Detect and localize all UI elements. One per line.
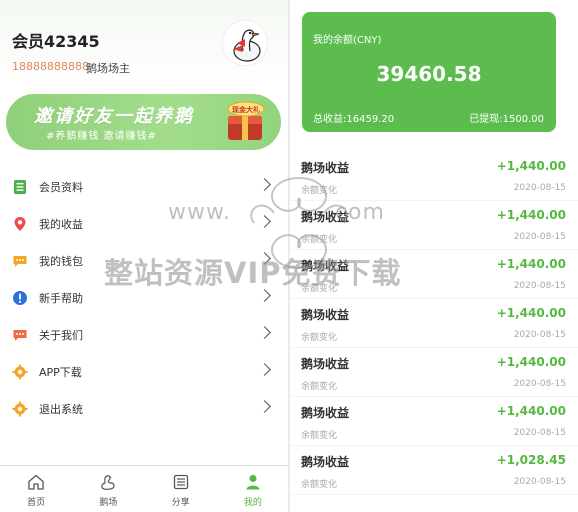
record-amount: +1,440.00 [496,306,566,320]
profile-page: 会员42345 18888888888 鹅场场主 邀请好友一起养鹅 #养鹅赚钱 … [0,0,289,512]
record-amount: +1,440.00 [496,208,566,222]
menu-label: APP下载 [39,365,82,379]
record-title: 鹅场收益 [301,406,350,420]
list-item: 鹅场收益 +1,440.00 余额变化 2020-08-15 [290,299,578,348]
badge-text: 现金大礼 [232,105,260,114]
home-icon [28,474,44,490]
menu-item-my-income[interactable]: 我的收益 [0,205,288,242]
record-subtitle: 余额变化 [301,284,338,294]
menu-label: 我的收益 [39,217,83,231]
goose-icon [101,475,116,490]
list-item: 鹅场收益 +1,440.00 余额变化 2020-08-15 [290,348,578,397]
tab-share[interactable]: 分享 [145,466,217,512]
menu-label: 会员资料 [39,180,83,194]
user-icon [246,475,260,490]
withdrawn-amount: 已提现:1500.00 [469,114,544,125]
chevron-right-icon [258,400,271,413]
menu-item-beginner-help[interactable]: 新手帮助 [0,279,288,316]
record-amount: +1,440.00 [496,404,566,418]
record-title: 鹅场收益 [301,455,350,469]
record-subtitle: 余额变化 [301,186,338,196]
menu-item-member-info[interactable]: 会员资料 [0,168,288,205]
balance-label: 我的余额(CNY) [313,35,382,46]
record-date: 2020-08-15 [513,477,566,487]
chevron-right-icon [258,363,271,376]
record-title: 鹅场收益 [301,210,350,224]
tab-label: 鹅场 [99,498,118,508]
menu-item-logout[interactable]: 退出系统 [0,390,288,427]
record-amount: +1,440.00 [496,257,566,271]
chevron-right-icon [258,215,271,228]
avatar[interactable] [222,20,268,66]
menu-item-app-download[interactable]: APP下载 [0,353,288,390]
record-title: 鹅场收益 [301,308,350,322]
record-amount: +1,440.00 [496,355,566,369]
record-title: 鹅场收益 [301,259,350,273]
balance-card: 我的余额(CNY) 39460.58 总收益:16459.20 已提现:1500… [302,12,556,132]
chevron-right-icon [258,326,271,339]
location-pin-icon [11,215,29,233]
list-item: 鹅场收益 +1,440.00 余额变化 2020-08-15 [290,201,578,250]
record-subtitle: 余额变化 [301,431,338,441]
total-income: 总收益:16459.20 [313,114,395,125]
chevron-right-icon [258,252,271,265]
record-subtitle: 余额变化 [301,382,338,392]
wallet-chat-icon [11,252,29,270]
menu-label: 关于我们 [39,328,83,342]
invite-banner[interactable]: 邀请好友一起养鹅 #养鹅赚钱 邀请赚钱# 现金大礼 [6,94,281,150]
list-item: 鹅场收益 +1,440.00 余额变化 2020-08-15 [290,397,578,446]
tab-label: 我的 [243,498,262,508]
menu-list: 会员资料 我的收益 我的钱包 新手帮助 关于我们 APP下载 退出系统 [0,168,288,427]
banner-subtitle: #养鹅赚钱 邀请赚钱# [46,131,157,142]
user-phone: 18888888888 [12,60,89,73]
menu-item-about-us[interactable]: 关于我们 [0,316,288,353]
chevron-right-icon [258,289,271,302]
record-title: 鹅场收益 [301,357,350,371]
list-item: 鹅场收益 +1,440.00 余额变化 2020-08-15 [290,152,578,201]
record-date: 2020-08-15 [513,428,566,438]
balance-page: 我的余额(CNY) 39460.58 总收益:16459.20 已提现:1500… [290,0,578,512]
record-subtitle: 余额变化 [301,333,338,343]
info-icon [11,289,29,307]
menu-label: 我的钱包 [39,254,83,268]
income-record-list: 鹅场收益 +1,440.00 余额变化 2020-08-15 鹅场收益 +1,4… [290,152,578,495]
record-subtitle: 余额变化 [301,480,338,490]
gear-icon [11,400,29,418]
menu-label: 新手帮助 [39,291,83,305]
banner-title: 邀请好友一起养鹅 [34,106,194,127]
record-date: 2020-08-15 [513,379,566,389]
list-item: 鹅场收益 +1,440.00 余额变化 2020-08-15 [290,250,578,299]
tab-label: 分享 [171,498,190,508]
record-amount: +1,440.00 [496,159,566,173]
user-name: 会员42345 [12,32,100,51]
tab-mine[interactable]: 我的 [217,466,288,512]
menu-label: 退出系统 [39,402,83,416]
tab-home[interactable]: 首页 [0,466,72,512]
user-role: 鹅场场主 [86,62,130,75]
record-title: 鹅场收益 [301,161,350,175]
record-date: 2020-08-15 [513,232,566,242]
tab-goose-farm[interactable]: 鹅场 [72,466,144,512]
record-date: 2020-08-15 [513,281,566,291]
app-screenshot: 会员42345 18888888888 鹅场场主 邀请好友一起养鹅 #养鹅赚钱 … [0,0,578,512]
share-list-icon [173,474,188,490]
record-amount: +1,028.45 [496,453,566,467]
tab-label: 首页 [27,498,46,508]
record-date: 2020-08-15 [513,183,566,193]
gift-chest-icon: 现金大礼 [227,101,265,140]
list-item: 鹅场收益 +1,028.45 余额变化 2020-08-15 [290,446,578,495]
record-subtitle: 余额变化 [301,235,338,245]
balance-amount: 39460.58 [376,62,482,86]
gear-icon [11,363,29,381]
chat-dots-icon [11,326,29,344]
bottom-tab-bar: 首页 鹅场 分享 我的 [0,465,288,512]
chevron-right-icon [258,178,271,191]
menu-item-my-wallet[interactable]: 我的钱包 [0,242,288,279]
document-icon [11,178,29,196]
goose-avatar-icon [223,21,267,65]
profile-header: 会员42345 18888888888 鹅场场主 [0,0,288,86]
record-date: 2020-08-15 [513,330,566,340]
